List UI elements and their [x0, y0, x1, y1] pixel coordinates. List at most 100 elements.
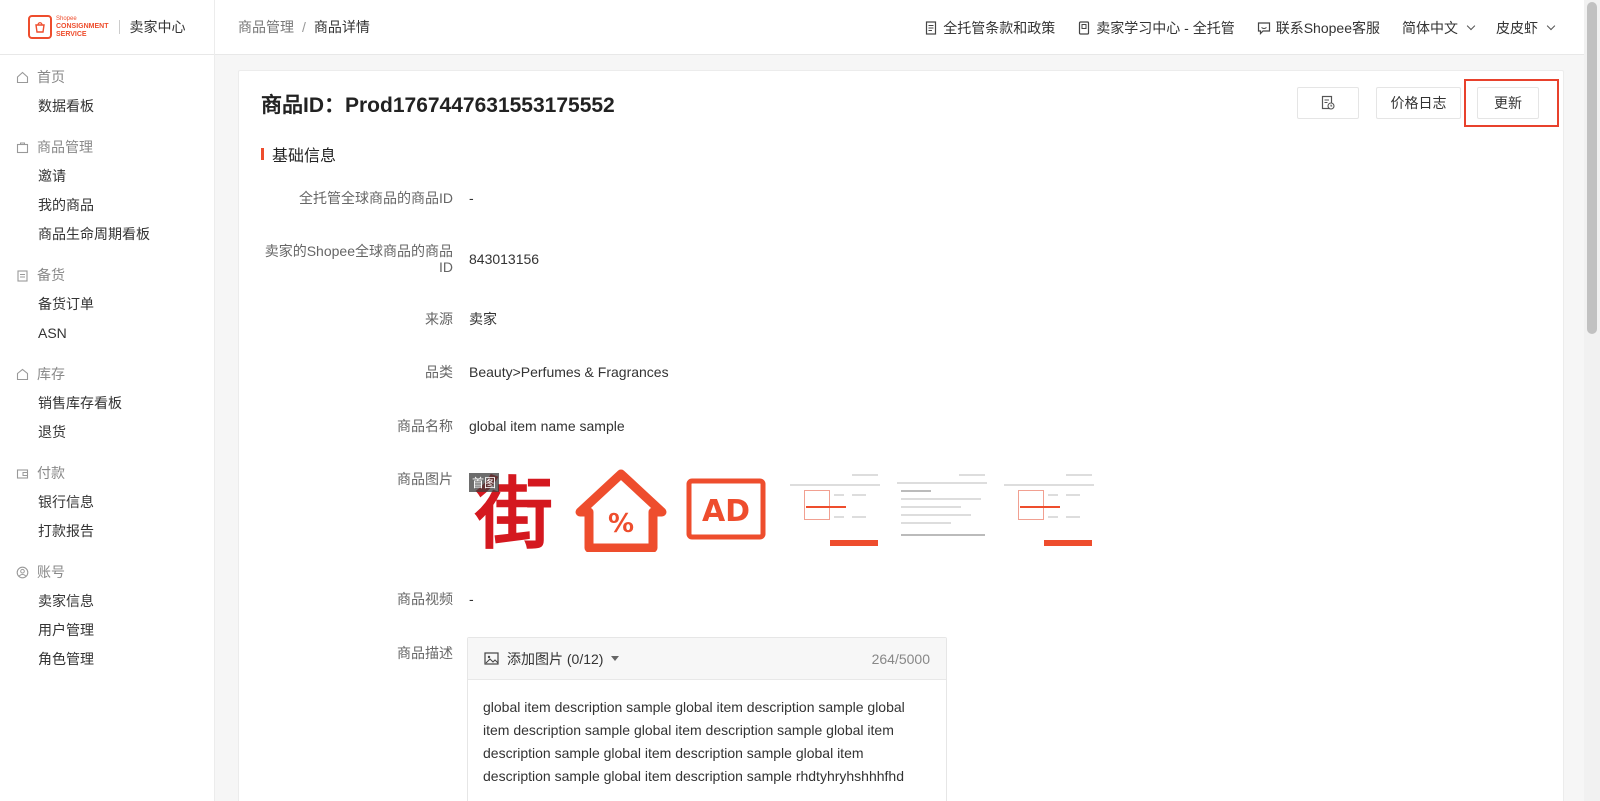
learning-center-link[interactable]: 卖家学习中心 - 全托管: [1077, 18, 1235, 38]
breadcrumb-parent[interactable]: 商品管理: [238, 17, 294, 37]
description-editor: 添加图片 (0/12) 264/5000 global item descrip…: [467, 637, 947, 801]
sidebar-item-role-management[interactable]: 角色管理: [0, 649, 214, 678]
sidebar-group-label: 首页: [37, 69, 65, 85]
contact-support-link[interactable]: 联系Shopee客服: [1257, 18, 1380, 38]
sidebar-group-account: 账号 卖家信息 用户管理 角色管理: [0, 562, 214, 678]
sidebar-group-stocking: 备货 备货订单 ASN: [0, 265, 214, 352]
product-image-2[interactable]: %: [574, 466, 669, 552]
sidebar-item-my-products[interactable]: 我的商品: [0, 195, 214, 224]
warehouse-icon: [16, 368, 29, 380]
price-log-button[interactable]: 价格日志: [1376, 87, 1461, 119]
image-icon: [484, 652, 499, 665]
contact-support-label: 联系Shopee客服: [1275, 19, 1380, 36]
sidebar-item-user-management[interactable]: 用户管理: [0, 620, 214, 649]
field-label: 商品图片: [397, 471, 453, 487]
product-image-4[interactable]: [788, 466, 883, 552]
sidebar-group-title: 商品管理: [0, 137, 214, 157]
document-clock-icon: [1321, 95, 1335, 110]
sidebar-group-label: 商品管理: [37, 139, 93, 155]
breadcrumb-current: 商品详情: [313, 19, 370, 35]
field-video: 商品视频 -: [239, 591, 474, 607]
policy-link[interactable]: 全托管条款和政策: [924, 18, 1055, 38]
page-title: 商品ID：Prod1767447631553175552: [261, 94, 615, 117]
field-value: Beauty>Perfumes & Fragrances: [469, 364, 669, 380]
sidebar-group-title: 库存: [0, 364, 214, 384]
logo-top: Shopee: [56, 16, 77, 22]
sidebar-item-invite[interactable]: 邀请: [0, 166, 214, 195]
sidebar-item-lifecycle[interactable]: 商品生命周期看板: [0, 224, 214, 253]
add-image-label: 添加图片 (0/12): [507, 650, 604, 667]
field-label: 全托管全球商品的商品ID: [299, 190, 453, 206]
sidebar-group-title: 首页: [0, 67, 214, 87]
field-value: global item name sample: [469, 418, 625, 434]
sidebar-item-asn[interactable]: ASN: [0, 323, 214, 352]
user-menu[interactable]: 皮皮虾: [1496, 18, 1556, 38]
sidebar-item-sales-inventory[interactable]: 销售库存看板: [0, 393, 214, 422]
sidebar-item-returns[interactable]: 退货: [0, 422, 214, 451]
scrollbar-thumb[interactable]: [1587, 2, 1597, 334]
sidebar-group-label: 备货: [37, 267, 65, 283]
top-header: Shopee CONSIGNMENT SERVICE 卖家中心 商品管理 / 商…: [0, 0, 1584, 55]
product-image-6[interactable]: [1002, 466, 1097, 552]
field-label: 商品视频: [397, 591, 453, 607]
logo-line1: CONSIGNMENT: [56, 23, 109, 30]
screenshot-thumbnail: [897, 472, 987, 548]
user-name: 皮皮虾: [1496, 19, 1538, 36]
ad-icon: AD: [686, 478, 766, 540]
discount-house-icon: %: [575, 469, 667, 552]
brand: Shopee CONSIGNMENT SERVICE 卖家中心: [0, 0, 215, 55]
update-button-highlight: [1464, 79, 1559, 127]
sidebar-group-products: 商品管理 邀请 我的商品 商品生命周期看板: [0, 137, 214, 253]
shopee-logo-icon[interactable]: [28, 15, 52, 39]
svg-text:%: %: [608, 509, 634, 539]
field-value: 843013156: [469, 251, 540, 267]
screenshot-thumbnail: [790, 472, 880, 548]
editor-toolbar: 添加图片 (0/12) 264/5000: [468, 638, 946, 680]
sidebar-group-home: 首页 数据看板: [0, 67, 214, 125]
wallet-icon: [16, 468, 29, 479]
char-counter: 264/5000: [871, 650, 930, 667]
sidebar-item-stock-orders[interactable]: 备货订单: [0, 294, 214, 323]
brand-title[interactable]: 卖家中心: [130, 17, 186, 37]
chevron-down-icon: [1466, 21, 1476, 31]
sidebar: 首页 数据看板 商品管理 邀请 我的商品 商品生命周期看板 备货 备货订单 AS…: [0, 55, 215, 801]
document-icon: [926, 20, 937, 35]
product-detail-card: 商品ID：Prod1767447631553175552 价格日志 更新 基础信…: [238, 70, 1564, 801]
add-image-dropdown[interactable]: 添加图片 (0/12): [484, 649, 620, 669]
sidebar-group-label: 付款: [37, 465, 65, 481]
svg-text:AD: AD: [702, 494, 750, 529]
sidebar-item-bank-info[interactable]: 银行信息: [0, 492, 214, 521]
language-select[interactable]: 简体中文: [1402, 18, 1476, 38]
product-image-5[interactable]: [895, 466, 990, 552]
home-icon: [16, 71, 29, 83]
product-image-1[interactable]: 街 首图: [467, 466, 562, 552]
sidebar-item-dashboard[interactable]: 数据看板: [0, 96, 214, 125]
chevron-down-icon: [1546, 21, 1556, 31]
history-button[interactable]: [1297, 87, 1359, 119]
user-icon: [16, 566, 29, 578]
sidebar-item-payout-report[interactable]: 打款报告: [0, 521, 214, 550]
sidebar-group-title: 备货: [0, 265, 214, 285]
clipboard-icon: [17, 269, 28, 282]
field-label: 商品名称: [397, 418, 453, 434]
book-icon: [1079, 20, 1090, 35]
field-label: 来源: [425, 311, 453, 327]
page-scrollbar[interactable]: [1584, 0, 1600, 801]
product-images: 街 首图 % AD: [467, 466, 1097, 552]
field-images: 商品图片: [239, 471, 453, 487]
brand-divider: [118, 20, 120, 34]
sidebar-item-seller-info[interactable]: 卖家信息: [0, 591, 214, 620]
field-value: 卖家: [469, 311, 497, 327]
breadcrumb-separator: /: [302, 19, 306, 35]
screenshot-thumbnail: [1004, 472, 1094, 548]
section-title: 基础信息: [272, 148, 337, 165]
bag-icon: [16, 142, 29, 153]
description-textarea[interactable]: global item description sample global it…: [468, 680, 946, 801]
section-basic-info: 基础信息: [261, 142, 336, 166]
product-image-3[interactable]: AD: [681, 466, 776, 552]
learning-center-label: 卖家学习中心 - 全托管: [1096, 19, 1235, 36]
field-label: 商品描述: [397, 645, 453, 661]
breadcrumb: 商品管理 / 商品详情: [238, 17, 370, 37]
sidebar-group-payment: 付款 银行信息 打款报告: [0, 463, 214, 550]
language-label: 简体中文: [1402, 19, 1458, 36]
